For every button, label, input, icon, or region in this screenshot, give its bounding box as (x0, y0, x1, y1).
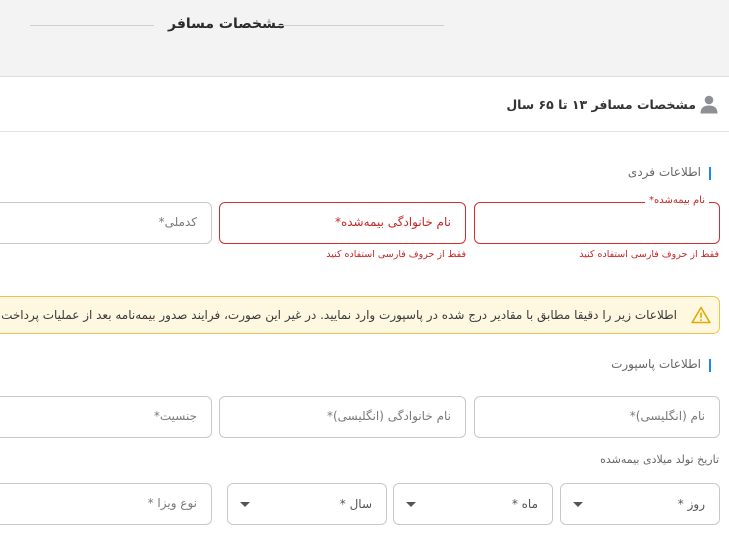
persian-only-hint: فقط از حروف فارسی استفاده کنید (579, 249, 719, 260)
chevron-down-icon (406, 502, 416, 507)
header-divider-left (30, 25, 154, 26)
day-placeholder: روز * (677, 497, 705, 511)
insured-family-field[interactable]: نام خانوادگی بیمه‌شده* (219, 202, 466, 244)
passport-info-heading: اطلاعات پاسپورت (611, 357, 711, 372)
persian-only-hint: فقط از حروف فارسی استفاده کنید (326, 249, 466, 260)
insured-name-field[interactable]: نام بیمه‌شده* (474, 195, 720, 244)
gender-field[interactable]: جنسیت* (0, 396, 212, 438)
national-code-field[interactable]: کدملی* (0, 202, 212, 244)
chevron-down-icon (240, 502, 250, 507)
page-header: مشخصات مسافر (0, 0, 729, 77)
personal-info-heading: اطلاعات فردی (628, 165, 712, 180)
passport-warning-alert: اطلاعات زیر را دقیقا مطابق با مقادیر درج… (0, 296, 720, 334)
page-title: مشخصات مسافر (168, 16, 286, 32)
english-name-placeholder: نام (انگلیسی)* (629, 409, 705, 423)
birth-date-label: تاریخ تولد میلادی بیمه‌شده (600, 453, 719, 466)
birth-month-select[interactable]: ماه * (393, 483, 553, 525)
passenger-card: مشخصات مسافر ۱۳ تا ۶۵ سال اطلاعات فردی ن… (0, 77, 729, 539)
year-placeholder: سال * (339, 497, 372, 511)
visa-type-field[interactable]: نوع ویزا * (0, 483, 212, 525)
birth-year-select[interactable]: سال * (227, 483, 387, 525)
english-name-field[interactable]: نام (انگلیسی)* (474, 396, 720, 438)
insured-family-placeholder: نام خانوادگی بیمه‌شده* (334, 215, 451, 229)
month-placeholder: ماه * (511, 497, 538, 511)
english-family-field[interactable]: نام خانوادگی (انگلیسی)* (219, 396, 466, 438)
header-divider-right (278, 25, 444, 26)
alert-text: اطلاعات زیر را دقیقا مطابق با مقادیر درج… (0, 308, 677, 322)
national-code-placeholder: کدملی* (158, 215, 197, 229)
english-family-placeholder: نام خانوادگی (انگلیسی)* (326, 409, 451, 423)
warning-icon (691, 306, 711, 324)
card-header: مشخصات مسافر ۱۳ تا ۶۵ سال (0, 77, 729, 132)
insured-name-label: نام بیمه‌شده* (644, 195, 709, 206)
card-title: مشخصات مسافر ۱۳ تا ۶۵ سال (506, 97, 696, 112)
birth-day-select[interactable]: روز * (560, 483, 720, 525)
chevron-down-icon (573, 502, 583, 507)
gender-placeholder: جنسیت* (153, 409, 197, 423)
person-icon (700, 95, 718, 114)
visa-type-placeholder: نوع ویزا * (147, 496, 197, 510)
